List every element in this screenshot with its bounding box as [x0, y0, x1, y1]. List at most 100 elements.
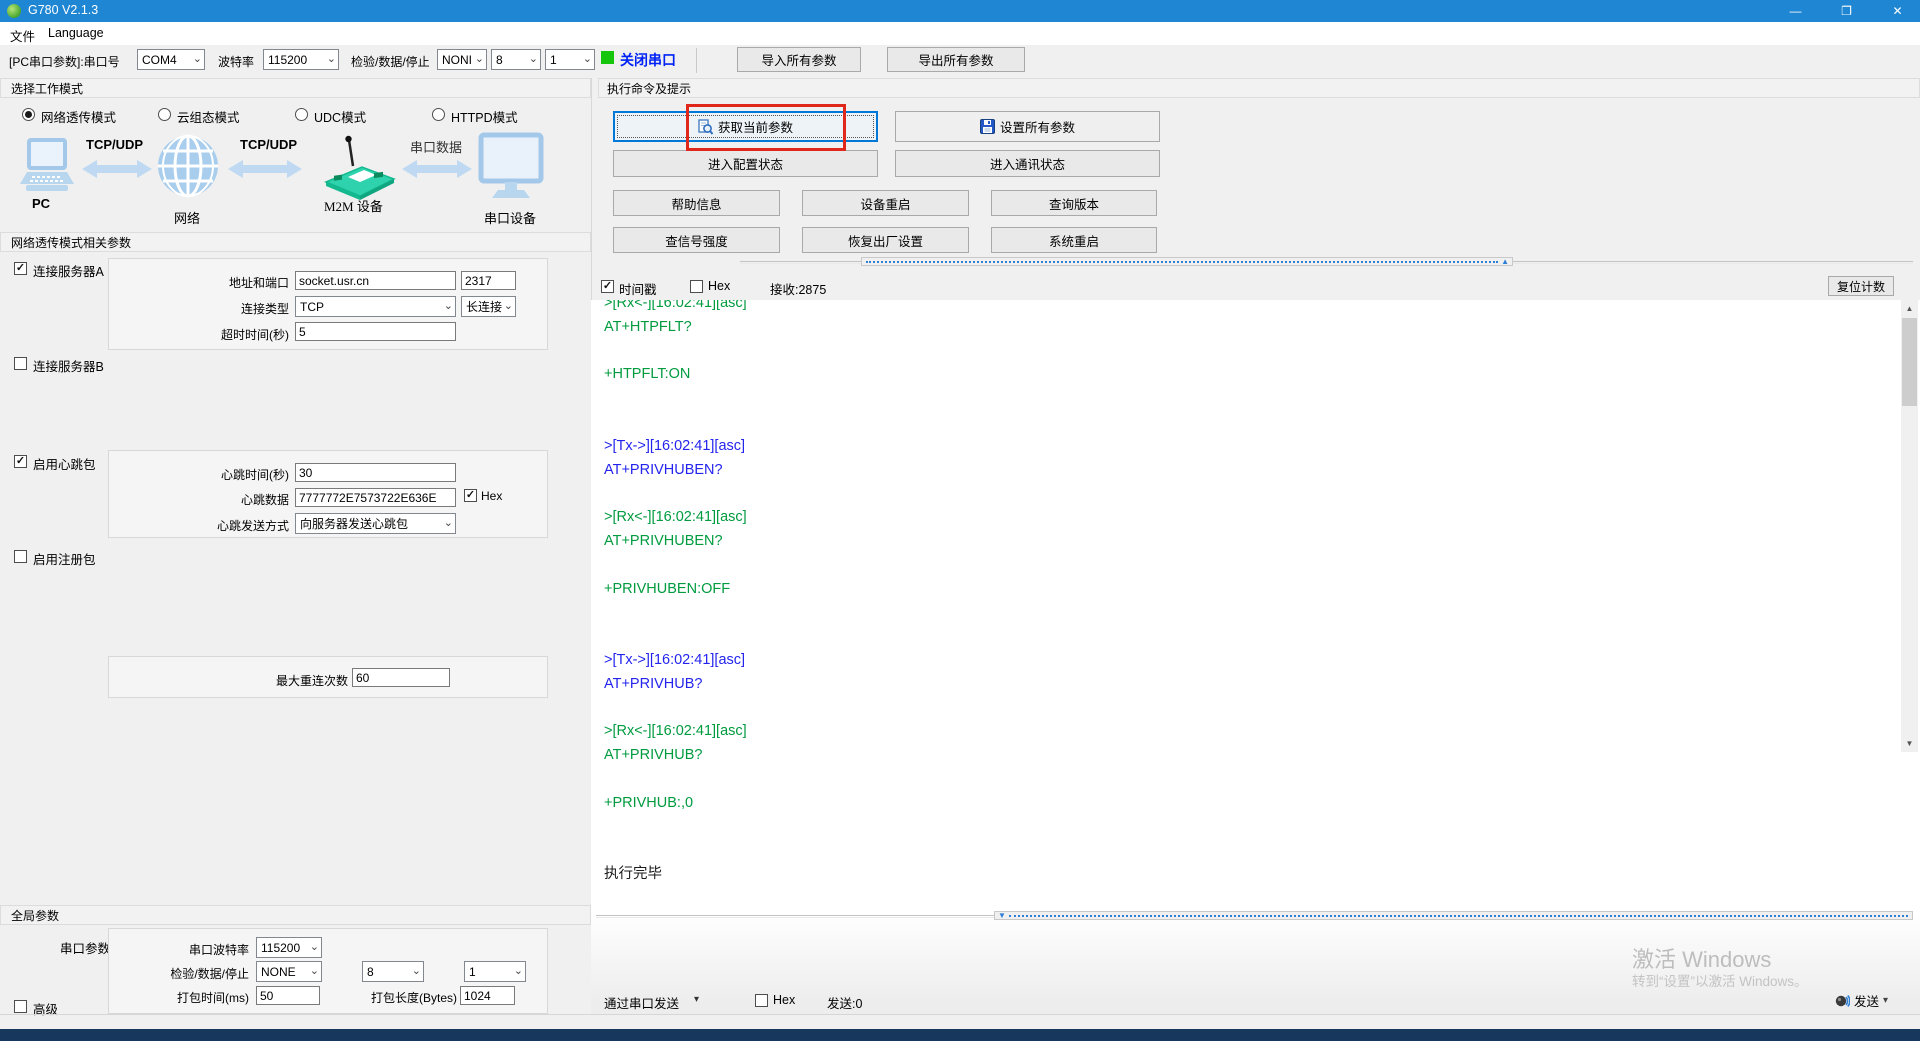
- scrollbar-thumb[interactable]: [1902, 318, 1917, 406]
- radio-cloud-mode[interactable]: [158, 108, 171, 121]
- baud-select[interactable]: 115200 ⌄: [263, 49, 339, 70]
- com-port-select[interactable]: COM4 ⌄: [137, 49, 205, 70]
- send-via-serial-button[interactable]: 通过串口发送: [604, 993, 679, 1012]
- radio-cloud-label[interactable]: 云组态模式: [177, 107, 240, 126]
- timestamp-checkbox[interactable]: ✓: [601, 280, 614, 293]
- g-parity-select[interactable]: NONE ⌄: [256, 961, 322, 982]
- log-line: >[Rx<-][16:02:41][asc]: [604, 509, 747, 526]
- maximize-icon: ❐: [1841, 4, 1852, 18]
- title-bar[interactable]: G780 V2.1.3 — ❐ ✕: [0, 0, 1920, 22]
- system-reboot-button[interactable]: 系统重启: [991, 227, 1157, 253]
- hb-time-input[interactable]: 30: [295, 463, 456, 482]
- send-splitter-handle[interactable]: ▼: [994, 911, 1913, 920]
- factory-reset-button[interactable]: 恢复出厂设置: [802, 227, 969, 253]
- workmode-header: 选择工作模式: [0, 78, 591, 98]
- hb-data-input[interactable]: 7777772E7573722E636E: [295, 488, 456, 507]
- radio-httpd-mode[interactable]: [432, 108, 445, 121]
- log-scrollbar[interactable]: ▲ ▼: [1901, 300, 1918, 752]
- radio-udc-label[interactable]: UDC模式: [314, 107, 366, 126]
- check-icon: ✓: [602, 280, 613, 292]
- heartbeat-checkbox[interactable]: ✓: [14, 455, 27, 468]
- radio-net-transparent-label[interactable]: 网络透传模式: [41, 107, 116, 126]
- radio-udc-mode[interactable]: [295, 108, 308, 121]
- log-line: AT+PRIVHUB?: [604, 747, 703, 764]
- heartbeat-label[interactable]: 启用心跳包: [33, 454, 96, 473]
- import-params-button[interactable]: 导入所有参数: [737, 47, 861, 72]
- parity-select[interactable]: NONI ⌄: [437, 49, 487, 70]
- radio-net-transparent-mode[interactable]: [22, 108, 35, 121]
- hb-hex-checkbox[interactable]: ✓: [464, 489, 477, 502]
- reset-counter-button[interactable]: 复位计数: [1828, 276, 1894, 296]
- server-port-input[interactable]: 2317: [461, 271, 516, 290]
- chevron-down-icon: ⌄: [192, 53, 202, 65]
- splitter-dots: [866, 261, 1498, 263]
- menu-file[interactable]: 文件: [10, 26, 35, 45]
- arrow-icon: [82, 157, 152, 181]
- dropdown-arrow-icon[interactable]: ▾: [694, 994, 699, 1005]
- scroll-down-icon[interactable]: ▼: [1901, 735, 1918, 752]
- activate-windows-hint: 转到“设置”以激活 Windows。: [1632, 974, 1808, 989]
- annotation-highlight-box: [686, 104, 846, 151]
- g-baud-label: 串口波特率: [188, 943, 249, 957]
- log-line: +PRIVHUB:,0: [604, 794, 694, 811]
- advanced-label[interactable]: 高级: [33, 999, 58, 1018]
- g-stopbits-select[interactable]: 1 ⌄: [464, 961, 526, 982]
- enter-config-button[interactable]: 进入配置状态: [613, 150, 878, 177]
- hb-mode-select[interactable]: 向服务器发送心跳包 ⌄: [295, 513, 456, 534]
- hb-hex-label[interactable]: Hex: [481, 489, 502, 503]
- menu-language[interactable]: Language: [48, 26, 104, 40]
- device-reboot-button[interactable]: 设备重启: [802, 190, 969, 216]
- pack-len-label: 打包长度(Bytes): [370, 991, 457, 1005]
- log-hex-label[interactable]: Hex: [708, 279, 730, 293]
- pack-len-input[interactable]: 1024: [460, 986, 515, 1005]
- close-button[interactable]: ✕: [1875, 0, 1920, 22]
- maximize-button[interactable]: ❐: [1824, 0, 1869, 22]
- send-button[interactable]: 发送 ▾: [1834, 991, 1888, 1010]
- enter-comm-button[interactable]: 进入通讯状态: [895, 150, 1160, 177]
- register-label[interactable]: 启用注册包: [33, 549, 96, 568]
- pack-time-input[interactable]: 50: [256, 986, 320, 1005]
- help-info-button[interactable]: 帮助信息: [613, 190, 780, 216]
- stopbits-select[interactable]: 1 ⌄: [545, 49, 595, 70]
- close-port-button[interactable]: 关闭串口: [620, 50, 676, 70]
- query-version-button[interactable]: 查询版本: [991, 190, 1157, 216]
- log-splitter-handle[interactable]: ▲: [861, 257, 1513, 266]
- server-a-label[interactable]: 连接服务器A: [33, 261, 104, 280]
- server-a-checkbox[interactable]: ✓: [14, 262, 27, 275]
- minimize-button[interactable]: —: [1773, 0, 1818, 22]
- reconnect-label: 最大重连次数: [275, 674, 348, 688]
- menu-bar: 文件 Language: [0, 22, 1920, 45]
- send-hex-checkbox[interactable]: [755, 994, 768, 1007]
- server-addr-input[interactable]: socket.usr.cn: [295, 271, 456, 290]
- log-hex-checkbox[interactable]: [690, 280, 703, 293]
- g-databits-select[interactable]: 8 ⌄: [362, 961, 424, 982]
- radio-httpd-label[interactable]: HTTPD模式: [451, 107, 518, 126]
- server-b-label[interactable]: 连接服务器B: [33, 356, 104, 375]
- timestamp-label[interactable]: 时间戳: [619, 279, 657, 298]
- scroll-up-icon[interactable]: ▲: [1901, 300, 1918, 317]
- export-params-button[interactable]: 导出所有参数: [887, 47, 1025, 72]
- databits-select[interactable]: 8 ⌄: [491, 49, 541, 70]
- hb-data-label: 心跳数据: [240, 493, 289, 507]
- timeout-input[interactable]: 5: [295, 322, 456, 341]
- log-output[interactable]: >[Rx<-][16:02:41][asc] AT+HTPFLT? +HTPFLT…: [591, 300, 1920, 912]
- log-line: +PRIVHUBEN:OFF: [604, 580, 731, 597]
- baud-label: 波特率: [218, 55, 255, 69]
- conn-type-select[interactable]: TCP ⌄: [295, 296, 456, 317]
- set-all-params-button[interactable]: 设置所有参数: [895, 111, 1160, 142]
- reconnect-fieldbox: 最大重连次数 60: [108, 656, 548, 698]
- reconnect-input[interactable]: 60: [352, 668, 450, 687]
- query-signal-button[interactable]: 查信号强度: [613, 227, 780, 253]
- send-hex-label[interactable]: Hex: [773, 993, 795, 1007]
- server-b-checkbox[interactable]: [14, 357, 27, 370]
- register-checkbox[interactable]: [14, 550, 27, 563]
- hb-time-label: 心跳时间(秒): [221, 468, 289, 482]
- link3-label: 串口数据: [410, 140, 463, 155]
- advanced-checkbox[interactable]: [14, 1000, 27, 1013]
- g-baud-select[interactable]: 115200 ⌄: [256, 937, 322, 958]
- keepalive-select[interactable]: 长连接 ⌄: [461, 296, 516, 317]
- chevron-down-icon: ⌄: [513, 965, 523, 977]
